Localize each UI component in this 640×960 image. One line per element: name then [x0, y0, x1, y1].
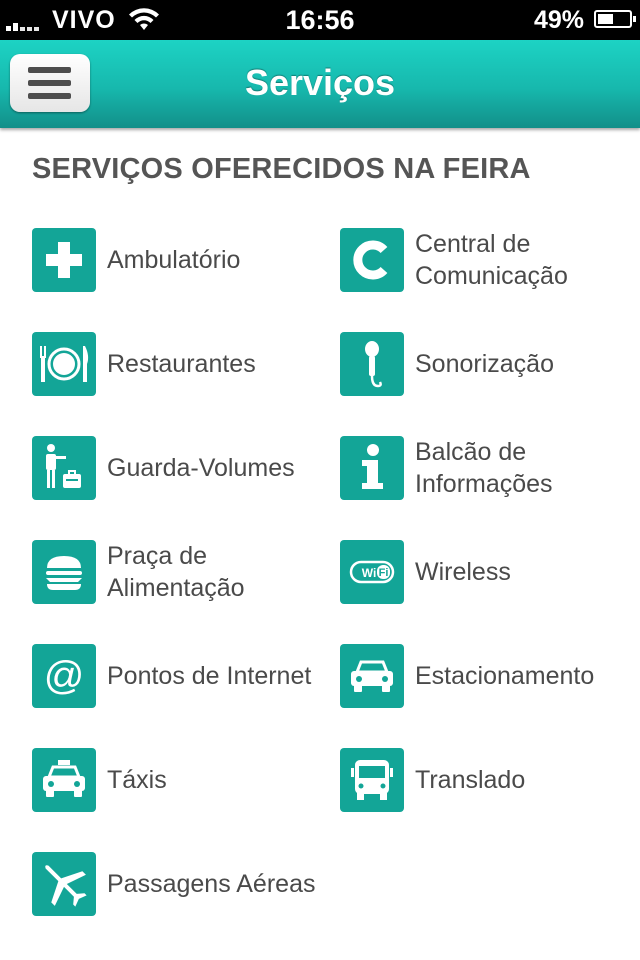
service-label: Táxis — [107, 766, 167, 794]
service-label: Pontos de Internet — [107, 662, 312, 690]
service-item-central-comunicacao[interactable]: Central de Comunicação — [340, 228, 630, 292]
service-label: Sonorização — [415, 350, 554, 378]
letter-c-icon — [340, 228, 404, 292]
service-item-taxis[interactable]: Táxis — [32, 748, 322, 812]
service-label: Guarda-Volumes — [107, 454, 295, 482]
service-label: Restaurantes — [107, 350, 256, 378]
car-icon — [340, 644, 404, 708]
service-label: Balcão de Informações — [415, 438, 553, 498]
service-item-guarda-volumes[interactable]: Guarda-Volumes — [32, 436, 322, 500]
burger-icon — [32, 540, 96, 604]
service-item-estacionamento[interactable]: Estacionamento — [340, 644, 630, 708]
status-bar: VIVO 16:56 49% — [0, 0, 640, 40]
page-title: Serviços — [244, 62, 396, 103]
service-label: Translado — [415, 766, 526, 794]
section-title: SERVIÇOS OFERECIDOS NA FEIRA — [32, 153, 531, 185]
info-icon — [340, 436, 404, 500]
service-label: Central de Comunicação — [415, 230, 568, 290]
first-aid-cross-icon — [32, 228, 96, 292]
service-label: Praça de Alimentação — [107, 542, 245, 602]
microphone-icon — [340, 332, 404, 396]
bus-icon — [340, 748, 404, 812]
service-item-restaurantes[interactable]: Restaurantes — [32, 332, 322, 396]
service-label: Wireless — [415, 558, 511, 586]
battery-icon — [594, 10, 636, 28]
svg-text:@: @ — [44, 654, 85, 698]
airplane-icon — [32, 852, 96, 916]
service-item-praca-alimentacao[interactable]: Praça de Alimentação — [32, 540, 322, 604]
service-item-ambulatorio[interactable]: Ambulatório — [32, 228, 322, 292]
luggage-storage-icon — [32, 436, 96, 500]
service-item-sonorizacao[interactable]: Sonorização — [340, 332, 630, 396]
navigation-bar: Serviços — [0, 40, 640, 128]
service-label: Passagens Aéreas — [107, 870, 316, 898]
service-item-passagens-aereas[interactable]: Passagens Aéreas — [32, 852, 322, 916]
service-item-wireless[interactable]: Wi Fi Wireless — [340, 540, 630, 604]
service-label: Ambulatório — [107, 246, 241, 274]
at-sign-icon: @ — [32, 644, 96, 708]
wifi-icon: Wi Fi — [340, 540, 404, 604]
battery-percentage: 49% — [533, 6, 584, 34]
service-item-pontos-internet[interactable]: @ Pontos de Internet — [32, 644, 322, 708]
service-item-translado[interactable]: Translado — [340, 748, 630, 812]
service-item-balcao-informacoes[interactable]: Balcão de Informações — [340, 436, 630, 500]
svg-text:Wi: Wi — [362, 566, 377, 580]
taxi-icon — [32, 748, 96, 812]
service-label: Estacionamento — [415, 662, 595, 690]
svg-text:Fi: Fi — [379, 567, 389, 579]
plate-cutlery-icon — [32, 332, 96, 396]
